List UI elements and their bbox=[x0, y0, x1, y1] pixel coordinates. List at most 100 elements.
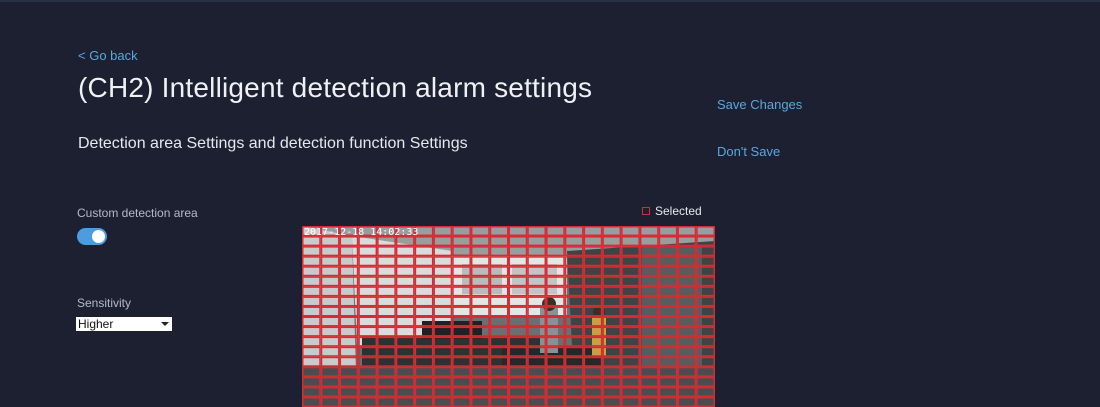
grid-cell[interactable] bbox=[452, 276, 471, 287]
grid-cell[interactable] bbox=[320, 266, 340, 277]
grid-cell[interactable] bbox=[433, 336, 453, 347]
grid-cell[interactable] bbox=[433, 286, 453, 297]
grid-cell[interactable] bbox=[527, 226, 547, 237]
grid-cell[interactable] bbox=[302, 266, 321, 277]
go-back-link[interactable]: < Go back bbox=[78, 48, 138, 63]
grid-cell[interactable] bbox=[339, 316, 359, 327]
grid-cell[interactable] bbox=[621, 306, 640, 317]
grid-cell[interactable] bbox=[339, 286, 359, 297]
detection-grid[interactable] bbox=[302, 226, 715, 407]
grid-cell[interactable] bbox=[639, 296, 659, 307]
grid-cell[interactable] bbox=[395, 266, 415, 277]
grid-cell[interactable] bbox=[489, 326, 509, 337]
grid-cell[interactable] bbox=[395, 366, 415, 377]
grid-cell[interactable] bbox=[470, 276, 490, 287]
grid-cell[interactable] bbox=[320, 296, 340, 307]
grid-cell[interactable] bbox=[489, 316, 509, 327]
grid-cell[interactable] bbox=[639, 396, 659, 407]
grid-cell[interactable] bbox=[621, 246, 640, 257]
grid-cell[interactable] bbox=[452, 346, 471, 357]
grid-cell[interactable] bbox=[302, 306, 321, 317]
grid-cell[interactable] bbox=[696, 226, 715, 237]
grid-cell[interactable] bbox=[583, 326, 603, 337]
grid-cell[interactable] bbox=[470, 286, 490, 297]
grid-cell[interactable] bbox=[564, 266, 584, 277]
grid-cell[interactable] bbox=[527, 296, 547, 307]
grid-cell[interactable] bbox=[414, 306, 434, 317]
grid-cell[interactable] bbox=[320, 376, 340, 387]
grid-cell[interactable] bbox=[395, 356, 415, 367]
grid-cell[interactable] bbox=[658, 296, 678, 307]
grid-cell[interactable] bbox=[508, 276, 528, 287]
grid-cell[interactable] bbox=[696, 236, 715, 247]
grid-cell[interactable] bbox=[470, 366, 490, 377]
grid-cell[interactable] bbox=[658, 346, 678, 357]
grid-cell[interactable] bbox=[658, 236, 678, 247]
grid-cell[interactable] bbox=[320, 366, 340, 377]
grid-cell[interactable] bbox=[452, 336, 471, 347]
grid-cell[interactable] bbox=[527, 306, 547, 317]
grid-cell[interactable] bbox=[546, 306, 565, 317]
grid-cell[interactable] bbox=[621, 286, 640, 297]
grid-cell[interactable] bbox=[358, 396, 378, 407]
grid-cell[interactable] bbox=[339, 236, 359, 247]
grid-cell[interactable] bbox=[414, 366, 434, 377]
grid-cell[interactable] bbox=[358, 336, 378, 347]
grid-cell[interactable] bbox=[470, 256, 490, 267]
grid-cell[interactable] bbox=[302, 256, 321, 267]
grid-cell[interactable] bbox=[546, 396, 565, 407]
grid-cell[interactable] bbox=[358, 266, 378, 277]
grid-cell[interactable] bbox=[696, 366, 715, 377]
grid-cell[interactable] bbox=[639, 356, 659, 367]
grid-cell[interactable] bbox=[621, 236, 640, 247]
grid-cell[interactable] bbox=[302, 316, 321, 327]
grid-cell[interactable] bbox=[658, 326, 678, 337]
grid-cell[interactable] bbox=[602, 276, 622, 287]
grid-cell[interactable] bbox=[470, 296, 490, 307]
grid-cell[interactable] bbox=[433, 306, 453, 317]
grid-cell[interactable] bbox=[320, 316, 340, 327]
grid-cell[interactable] bbox=[677, 236, 697, 247]
grid-cell[interactable] bbox=[621, 396, 640, 407]
grid-cell[interactable] bbox=[621, 226, 640, 237]
grid-cell[interactable] bbox=[583, 226, 603, 237]
grid-cell[interactable] bbox=[339, 256, 359, 267]
grid-cell[interactable] bbox=[302, 236, 321, 247]
grid-cell[interactable] bbox=[602, 296, 622, 307]
grid-cell[interactable] bbox=[639, 256, 659, 267]
grid-cell[interactable] bbox=[677, 246, 697, 257]
grid-cell[interactable] bbox=[583, 296, 603, 307]
grid-cell[interactable] bbox=[433, 316, 453, 327]
grid-cell[interactable] bbox=[470, 306, 490, 317]
grid-cell[interactable] bbox=[358, 276, 378, 287]
grid-cell[interactable] bbox=[546, 286, 565, 297]
grid-cell[interactable] bbox=[302, 276, 321, 287]
grid-cell[interactable] bbox=[546, 296, 565, 307]
grid-cell[interactable] bbox=[583, 256, 603, 267]
grid-cell[interactable] bbox=[527, 336, 547, 347]
grid-cell[interactable] bbox=[339, 346, 359, 357]
grid-cell[interactable] bbox=[414, 396, 434, 407]
grid-cell[interactable] bbox=[414, 376, 434, 387]
grid-cell[interactable] bbox=[639, 376, 659, 387]
grid-cell[interactable] bbox=[414, 326, 434, 337]
grid-cell[interactable] bbox=[564, 316, 584, 327]
grid-cell[interactable] bbox=[508, 376, 528, 387]
grid-cell[interactable] bbox=[696, 346, 715, 357]
grid-cell[interactable] bbox=[433, 346, 453, 357]
grid-cell[interactable] bbox=[414, 256, 434, 267]
grid-cell[interactable] bbox=[377, 366, 396, 377]
grid-cell[interactable] bbox=[302, 356, 321, 367]
grid-cell[interactable] bbox=[602, 266, 622, 277]
grid-cell[interactable] bbox=[508, 396, 528, 407]
grid-cell[interactable] bbox=[358, 356, 378, 367]
grid-cell[interactable] bbox=[358, 296, 378, 307]
grid-cell[interactable] bbox=[527, 236, 547, 247]
grid-cell[interactable] bbox=[414, 246, 434, 257]
grid-cell[interactable] bbox=[452, 376, 471, 387]
grid-cell[interactable] bbox=[452, 366, 471, 377]
grid-cell[interactable] bbox=[527, 326, 547, 337]
grid-cell[interactable] bbox=[546, 386, 565, 397]
grid-cell[interactable] bbox=[564, 226, 584, 237]
grid-cell[interactable] bbox=[433, 386, 453, 397]
